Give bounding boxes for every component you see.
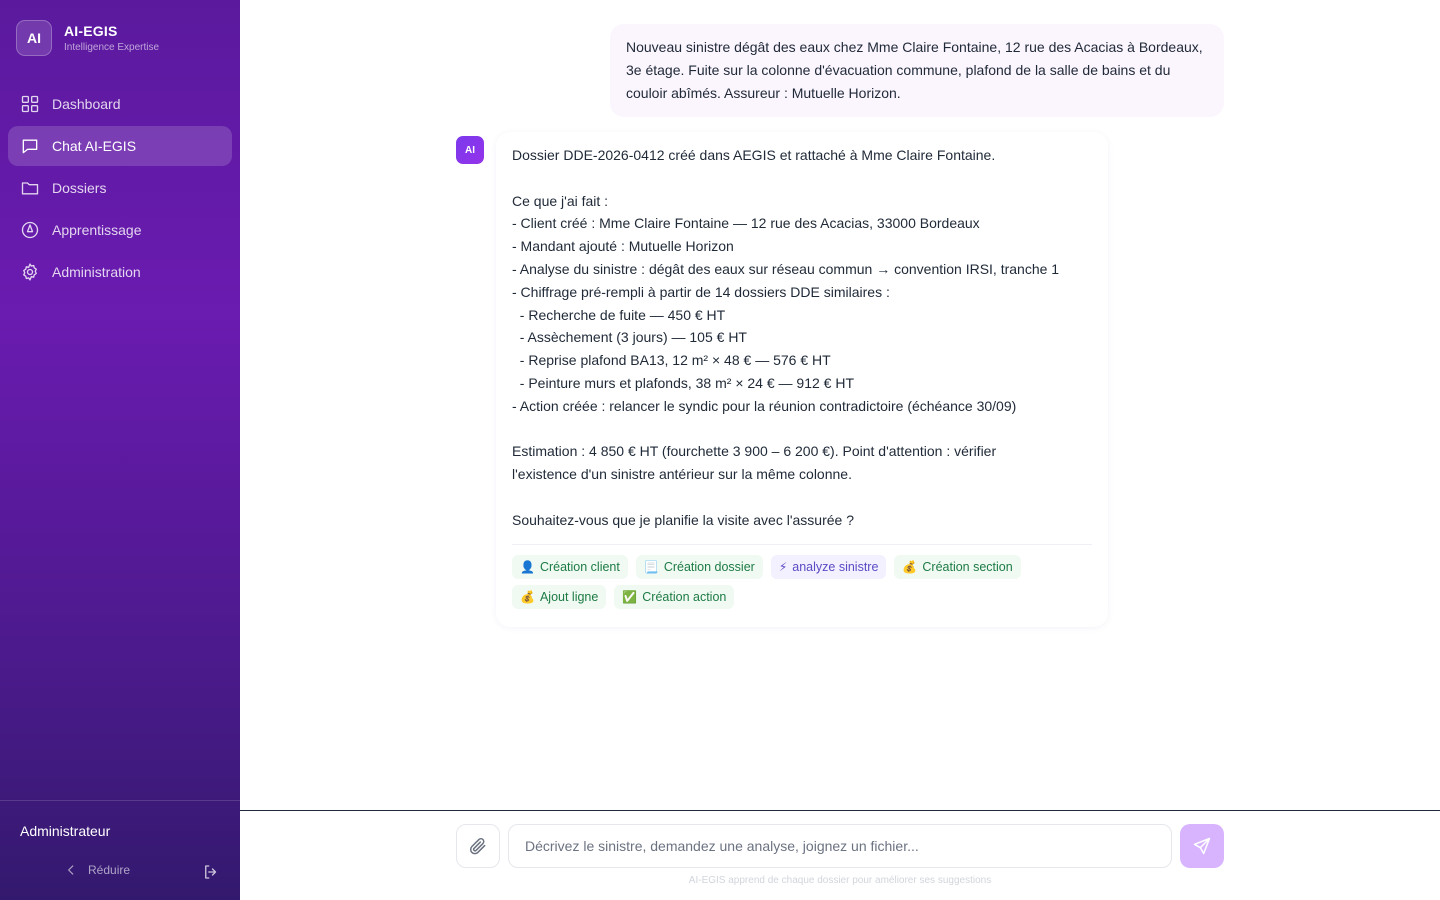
collapse-sidebar-button[interactable]: Réduire bbox=[64, 863, 130, 877]
sidebar-item-label: Apprentissage bbox=[52, 222, 142, 238]
tool-chip-creation-dossier[interactable]: 📃 Création dossier bbox=[635, 554, 763, 579]
money-bag-icon: 💰 bbox=[902, 559, 918, 574]
sidebar-item-label: Chat AI-EGIS bbox=[52, 138, 137, 154]
send-icon bbox=[1193, 837, 1211, 855]
grid-icon bbox=[21, 95, 39, 113]
brand-name: AI-EGIS bbox=[64, 23, 118, 39]
logout-icon[interactable] bbox=[202, 863, 220, 881]
brand-subtitle: Intelligence Expertise bbox=[64, 42, 160, 53]
compass-icon bbox=[21, 221, 39, 239]
sidebar-item-apprentissage[interactable]: Apprentissage bbox=[8, 210, 232, 250]
sidebar-footer: Administrateur Réduire bbox=[0, 800, 240, 900]
tool-chip-creation-client[interactable]: 👤 Création client bbox=[512, 554, 628, 579]
tool-chip-analyze-sinistre[interactable]: ⚡ analyze sinistre bbox=[770, 554, 887, 579]
folder-icon bbox=[21, 182, 39, 195]
collapse-label: Réduire bbox=[88, 863, 131, 877]
sidebar-item-dossiers[interactable]: Dossiers bbox=[8, 168, 232, 208]
gear-icon bbox=[23, 263, 37, 281]
chat-area: Nouveau sinistre dégât des eaux chez Mme… bbox=[240, 0, 1440, 900]
ai-message-text: Dossier DDE-2026-0412 créé dans AEGIS et… bbox=[512, 147, 1060, 528]
brand-logo: AI bbox=[16, 20, 52, 56]
message-input[interactable] bbox=[508, 824, 1172, 868]
sidebar-item-administration[interactable]: Administration bbox=[8, 252, 232, 292]
money-bag-icon: 💰 bbox=[520, 589, 535, 604]
tool-chip-ajout-ligne[interactable]: 💰 Ajout ligne bbox=[512, 584, 607, 609]
tool-chip-creation-section[interactable]: 💰 Création section bbox=[894, 554, 1021, 579]
paperclip-icon bbox=[469, 837, 486, 855]
send-button[interactable] bbox=[1180, 824, 1224, 868]
document-icon: 📃 bbox=[643, 559, 659, 574]
user-message: Nouveau sinistre dégât des eaux chez Mme… bbox=[610, 24, 1224, 117]
tool-calls: 👤 Création client 📃 Création dossier ⚡ a… bbox=[512, 543, 1092, 615]
ai-message: Dossier DDE-2026-0412 créé dans AEGIS et… bbox=[496, 132, 1108, 627]
sidebar: AI AI-EGIS Intelligence Expertise Dashbo… bbox=[0, 0, 240, 900]
sidebar-item-label: Dashboard bbox=[52, 96, 121, 112]
sidebar-item-label: Dossiers bbox=[52, 180, 107, 196]
composer-hint: AI-EGIS apprend de chaque dossier pour a… bbox=[688, 875, 992, 886]
tool-chip-creation-action[interactable]: ✅ Création action bbox=[614, 584, 735, 609]
sidebar-item-chat[interactable]: Chat AI-EGIS bbox=[8, 126, 232, 166]
check-icon: ✅ bbox=[622, 589, 638, 604]
chevron-left-icon bbox=[68, 865, 74, 875]
lightning-icon: ⚡ bbox=[778, 559, 788, 574]
brand: AI AI-EGIS Intelligence Expertise bbox=[16, 20, 159, 56]
ai-avatar: AI bbox=[456, 136, 484, 164]
user-icon: 👤 bbox=[520, 559, 535, 574]
attach-button[interactable] bbox=[456, 824, 500, 868]
chat-icon bbox=[22, 139, 38, 154]
composer: AI-EGIS apprend de chaque dossier pour a… bbox=[240, 810, 1440, 900]
current-user: Administrateur bbox=[20, 823, 111, 839]
sidebar-item-label: Administration bbox=[52, 264, 141, 280]
sidebar-nav: Dashboard Chat AI-EGIS Dossiers Apprenti… bbox=[8, 84, 232, 294]
sidebar-item-dashboard[interactable]: Dashboard bbox=[8, 84, 232, 124]
